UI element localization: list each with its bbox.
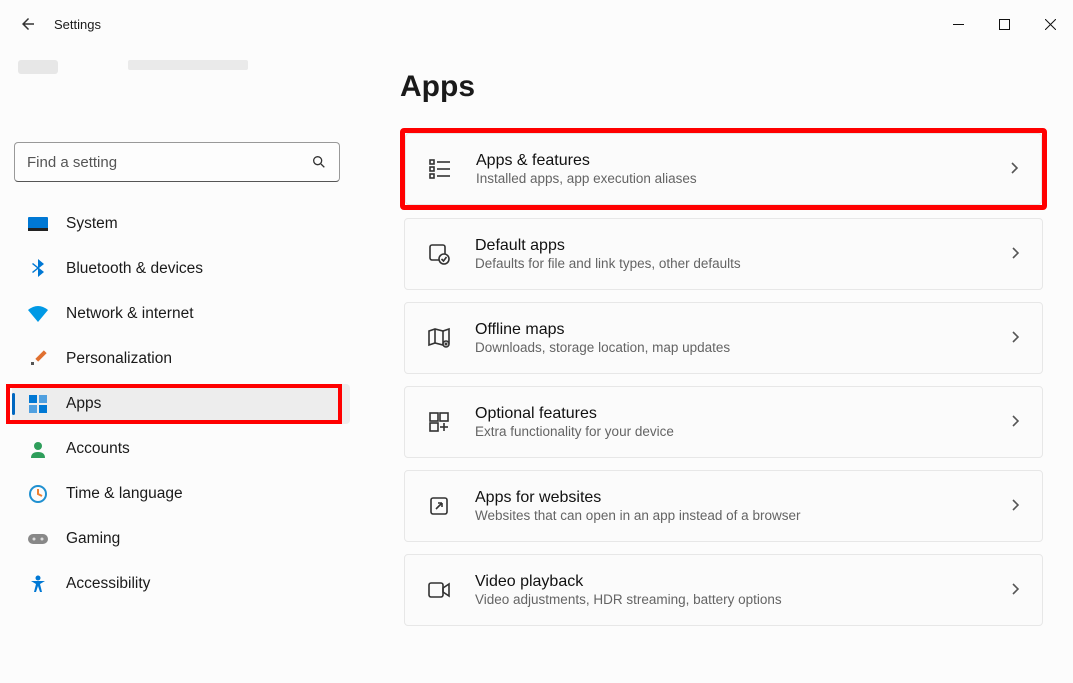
network-icon — [28, 304, 48, 324]
card-title: Video playback — [475, 573, 1010, 591]
search-box[interactable] — [14, 142, 340, 182]
back-arrow-icon — [19, 15, 37, 33]
search-container — [14, 142, 340, 182]
default-apps-icon — [427, 242, 451, 266]
sidebar-item-label: Personalization — [66, 350, 172, 368]
optional-features-icon — [427, 410, 451, 434]
card-title: Apps for websites — [475, 489, 1010, 507]
accessibility-icon — [28, 574, 48, 594]
card-description: Websites that can open in an app instead… — [475, 508, 1010, 523]
system-icon — [28, 214, 48, 234]
card-description: Downloads, storage location, map updates — [475, 340, 1010, 355]
card-video-playback[interactable]: Video playbackVideo adjustments, HDR str… — [404, 554, 1043, 626]
maximize-icon — [999, 19, 1010, 30]
gaming-icon — [28, 529, 48, 549]
personalization-icon — [28, 349, 48, 369]
card-wrap: Offline mapsDownloads, storage location,… — [400, 298, 1047, 378]
sidebar-item-label: Accessibility — [66, 575, 150, 593]
card-title: Offline maps — [475, 321, 1010, 339]
card-offline-maps[interactable]: Offline mapsDownloads, storage location,… — [404, 302, 1043, 374]
card-wrap: Video playbackVideo adjustments, HDR str… — [400, 550, 1047, 630]
chevron-right-icon — [1010, 331, 1024, 345]
search-input[interactable] — [27, 154, 311, 171]
maximize-button[interactable] — [981, 8, 1027, 40]
card-title: Default apps — [475, 237, 1010, 255]
sidebar-item-label: Bluetooth & devices — [66, 260, 203, 278]
sidebar-item-label: Gaming — [66, 530, 120, 548]
card-description: Installed apps, app execution aliases — [476, 171, 1009, 186]
search-icon — [311, 154, 327, 170]
user-info-stub — [18, 60, 370, 132]
sidebar-item-system[interactable]: System — [12, 204, 350, 244]
card-wrap: Apps for websitesWebsites that can open … — [400, 466, 1047, 546]
chevron-right-icon — [1010, 247, 1024, 261]
minimize-button[interactable] — [935, 8, 981, 40]
sidebar-nav: System Bluetooth & devices Network & inter… — [12, 204, 370, 604]
settings-cards: Apps & featuresInstalled apps, app execu… — [400, 128, 1047, 630]
sidebar-item-personalization[interactable]: Personalization — [12, 339, 350, 379]
card-apps-features[interactable]: Apps & featuresInstalled apps, app execu… — [405, 133, 1042, 205]
highlight-box — [6, 384, 342, 424]
chevron-right-icon — [1010, 499, 1024, 513]
card-text: Offline mapsDownloads, storage location,… — [475, 321, 1010, 355]
sidebar-item-label: Accounts — [66, 440, 130, 458]
chevron-right-icon — [1010, 415, 1024, 429]
offline-maps-icon — [427, 326, 451, 350]
main-panel: Apps Apps & featuresInstalled apps, app … — [370, 48, 1073, 683]
card-optional-features[interactable]: Optional featuresExtra functionality for… — [404, 386, 1043, 458]
card-title: Optional features — [475, 405, 1010, 423]
apps-features-icon — [428, 157, 452, 181]
chevron-right-icon — [1009, 162, 1023, 176]
back-button[interactable] — [8, 4, 48, 44]
card-wrap: Optional featuresExtra functionality for… — [400, 382, 1047, 462]
card-description: Extra functionality for your device — [475, 424, 1010, 439]
card-text: Apps for websitesWebsites that can open … — [475, 489, 1010, 523]
chevron-right-icon — [1010, 583, 1024, 597]
sidebar: System Bluetooth & devices Network & inter… — [0, 48, 370, 683]
card-title: Apps & features — [476, 152, 1009, 170]
bluetooth-icon — [28, 259, 48, 279]
card-text: Optional featuresExtra functionality for… — [475, 405, 1010, 439]
window-controls — [935, 0, 1073, 48]
card-text: Apps & featuresInstalled apps, app execu… — [476, 152, 1009, 186]
sidebar-item-label: Apps — [66, 395, 101, 413]
sidebar-item-gaming[interactable]: Gaming — [12, 519, 350, 559]
apps-websites-icon — [427, 494, 451, 518]
content-area: System Bluetooth & devices Network & inter… — [0, 48, 1073, 683]
card-apps-websites[interactable]: Apps for websitesWebsites that can open … — [404, 470, 1043, 542]
sidebar-item-accessibility[interactable]: Accessibility — [12, 564, 350, 604]
card-wrap: Default appsDefaults for file and link t… — [400, 214, 1047, 294]
sidebar-item-label: Network & internet — [66, 305, 194, 323]
time-icon — [28, 484, 48, 504]
sidebar-item-bluetooth[interactable]: Bluetooth & devices — [12, 249, 350, 289]
sidebar-item-accounts[interactable]: Accounts — [12, 429, 350, 469]
sidebar-item-network[interactable]: Network & internet — [12, 294, 350, 334]
card-default-apps[interactable]: Default appsDefaults for file and link t… — [404, 218, 1043, 290]
window-title: Settings — [54, 17, 101, 32]
sidebar-item-label: System — [66, 215, 118, 233]
card-description: Video adjustments, HDR streaming, batter… — [475, 592, 1010, 607]
minimize-icon — [953, 19, 964, 30]
sidebar-item-label: Time & language — [66, 485, 183, 503]
sidebar-item-time[interactable]: Time & language — [12, 474, 350, 514]
sidebar-item-apps[interactable]: Apps — [12, 384, 350, 424]
titlebar: Settings — [0, 0, 1073, 48]
card-text: Default appsDefaults for file and link t… — [475, 237, 1010, 271]
card-wrap: Apps & featuresInstalled apps, app execu… — [400, 128, 1047, 210]
apps-icon — [28, 394, 48, 414]
accounts-icon — [28, 439, 48, 459]
card-description: Defaults for file and link types, other … — [475, 256, 1010, 271]
video-playback-icon — [427, 578, 451, 602]
close-icon — [1045, 19, 1056, 30]
close-button[interactable] — [1027, 8, 1073, 40]
card-text: Video playbackVideo adjustments, HDR str… — [475, 573, 1010, 607]
page-title: Apps — [400, 70, 1047, 104]
